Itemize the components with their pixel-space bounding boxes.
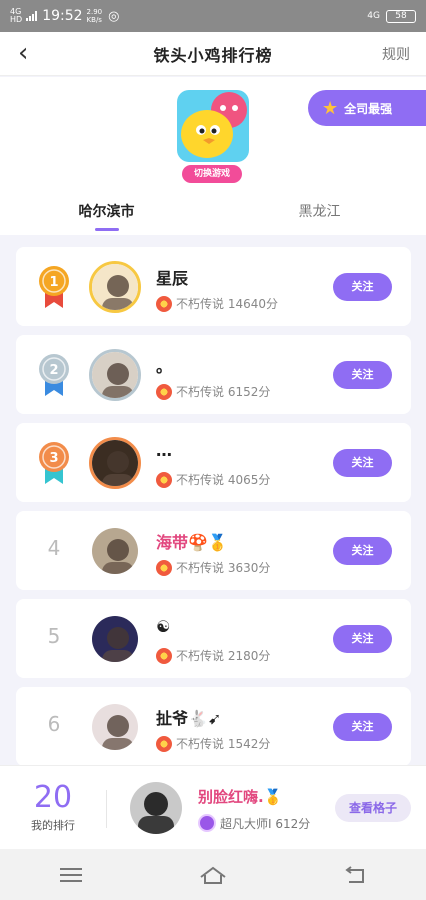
ranking-row: 6 扯爷🐇➹ 不朽传说 1542分 关注	[16, 687, 411, 766]
user-name: ☯	[156, 617, 171, 636]
follow-button[interactable]: 关注	[333, 273, 392, 301]
user-name: 。	[156, 357, 173, 376]
status-bar: 4G HD 19:52 2.90 KB/s ◎ 4G 58	[0, 0, 426, 32]
user-score: 不朽传说 3630分	[156, 559, 270, 576]
ranking-row: 4 海带🍄🥇 不朽传说 3630分 关注	[16, 511, 411, 590]
rank-number: 5	[47, 624, 61, 648]
user-name: 星辰	[156, 269, 189, 288]
all-star-label: 全司最强	[344, 101, 393, 116]
header: ‹ 铁头小鸡排行榜 规则	[0, 32, 426, 76]
my-rank-label: 我的排行	[31, 819, 75, 832]
user-score: 不朽传说 1542分	[156, 735, 270, 752]
user-avatar[interactable]	[89, 437, 141, 489]
my-rank-number: 20	[33, 780, 73, 815]
follow-button[interactable]: 关注	[333, 713, 392, 741]
rank-tier-icon	[156, 735, 172, 752]
network-right: 4G	[367, 11, 380, 21]
level-badge-icon	[198, 814, 216, 832]
rank-tier-icon	[156, 295, 172, 312]
ranking-row: 2 。 不朽传说 6152分 关注	[16, 335, 411, 414]
user-avatar[interactable]	[89, 525, 141, 577]
rank-medal-icon: 1	[34, 264, 74, 310]
rank-medal-number: 3	[49, 451, 58, 466]
rank-medal-number: 1	[49, 275, 58, 290]
score-label: 不朽传说 3630分	[176, 561, 271, 575]
ranking-row: 1 星辰 不朽传说 14640分 关注	[16, 247, 411, 326]
tab-harbin[interactable]: 哈尔滨市	[0, 189, 213, 235]
my-level-label: 超凡大师I 612分	[220, 816, 311, 831]
signal-icon	[26, 11, 38, 21]
user-avatar[interactable]	[89, 701, 141, 753]
network-speed: 2.90 KB/s	[86, 8, 103, 24]
user-score: 不朽传说 2180分	[156, 647, 270, 664]
my-rank: 20 我的排行	[20, 780, 86, 833]
switch-game-button[interactable]: 切换游戏	[182, 165, 242, 183]
user-score: 不朽传说 14640分	[156, 295, 278, 312]
page-title: 铁头小鸡排行榜	[153, 45, 273, 65]
menu-icon[interactable]	[51, 860, 91, 890]
ranking-list: 1 星辰 不朽传说 14640分 关注 2 。 不朽传说 6152分 关注 3 …	[16, 247, 411, 775]
user-avatar[interactable]	[89, 613, 141, 665]
score-label: 不朽传说 6152分	[176, 385, 271, 399]
battery-icon: 58	[386, 9, 416, 23]
rank-medal-icon: 3	[34, 440, 74, 486]
user-avatar[interactable]	[89, 349, 141, 401]
star-icon: ★	[322, 97, 339, 119]
game-icon[interactable]	[177, 90, 249, 162]
tab-heilongjiang[interactable]: 黑龙江	[213, 189, 426, 235]
divider	[106, 790, 107, 828]
score-label: 不朽传说 4065分	[176, 473, 271, 487]
follow-button[interactable]: 关注	[333, 537, 392, 565]
user-name: …	[156, 441, 172, 460]
my-level: 超凡大师I 612分	[198, 814, 310, 832]
rank-tier-icon	[156, 559, 172, 576]
rank-number: 4	[47, 536, 61, 560]
view-grid-button[interactable]: 查看格子	[335, 794, 411, 822]
rank-tier-icon	[156, 471, 172, 488]
my-rank-bar: 20 我的排行 别脸红嗨.🥇 超凡大师I 612分 查看格子	[0, 765, 426, 849]
all-star-button[interactable]: ★ 全司最强	[308, 90, 426, 126]
rank-medal-icon: 2	[34, 352, 74, 398]
rank-medal-number: 2	[49, 363, 58, 378]
rank-tier-icon	[156, 383, 172, 400]
follow-button[interactable]: 关注	[333, 449, 392, 477]
user-name: 海带🍄🥇	[156, 533, 228, 552]
system-nav-bar	[0, 849, 426, 900]
follow-button[interactable]: 关注	[333, 361, 392, 389]
rank-tier-icon	[156, 647, 172, 664]
home-icon[interactable]	[193, 860, 233, 890]
user-avatar[interactable]	[89, 261, 141, 313]
app-notification-icon: ◎	[108, 8, 120, 24]
follow-button[interactable]: 关注	[333, 625, 392, 653]
score-label: 不朽传说 14640分	[176, 297, 278, 311]
back-icon[interactable]: ‹	[18, 38, 28, 68]
score-label: 不朽传说 1542分	[176, 737, 271, 751]
rules-link[interactable]: 规则	[382, 44, 410, 64]
my-avatar[interactable]	[130, 782, 182, 834]
score-label: 不朽传说 2180分	[176, 649, 271, 663]
status-time: 19:52	[42, 8, 83, 24]
user-name: 扯爷🐇➹	[156, 709, 222, 728]
rank-number: 6	[47, 712, 61, 736]
user-score: 不朽传说 6152分	[156, 383, 270, 400]
region-tabs: 哈尔滨市 黑龙江	[0, 189, 426, 235]
back-nav-icon[interactable]	[335, 860, 375, 890]
ranking-row: 5 ☯ 不朽传说 2180分 关注	[16, 599, 411, 678]
network-type: 4G HD	[10, 7, 23, 24]
ranking-row: 3 … 不朽传说 4065分 关注	[16, 423, 411, 502]
my-name: 别脸红嗨.🥇	[198, 788, 283, 806]
user-score: 不朽传说 4065分	[156, 471, 270, 488]
